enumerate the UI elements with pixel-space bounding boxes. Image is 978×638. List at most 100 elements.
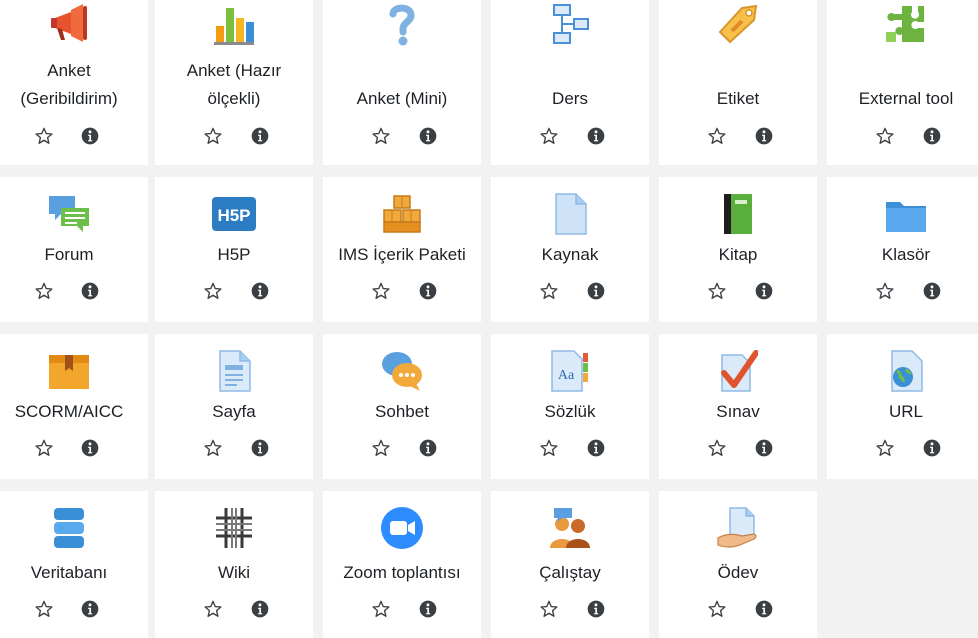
module-actions bbox=[323, 436, 481, 460]
module-tile-klasor[interactable]: Klasör bbox=[827, 177, 978, 322]
info-icon[interactable] bbox=[920, 124, 944, 148]
info-icon[interactable] bbox=[416, 279, 440, 303]
star-icon[interactable] bbox=[537, 279, 561, 303]
info-icon[interactable] bbox=[584, 124, 608, 148]
module-label: Ders bbox=[552, 89, 588, 108]
star-icon[interactable] bbox=[705, 597, 729, 621]
module-tile-sozluk[interactable]: Aa Sözlük bbox=[491, 334, 649, 479]
folder-icon bbox=[884, 192, 928, 236]
star-icon[interactable] bbox=[537, 124, 561, 148]
info-icon[interactable] bbox=[78, 279, 102, 303]
module-tile-sayfa[interactable]: Sayfa bbox=[155, 334, 313, 479]
info-icon[interactable] bbox=[752, 597, 776, 621]
info-icon[interactable] bbox=[752, 436, 776, 460]
module-label: Sohbet bbox=[375, 402, 429, 421]
module-tile-ims-icerik-paketi[interactable]: IMS İçerik Paketi bbox=[323, 177, 481, 322]
info-icon[interactable] bbox=[920, 436, 944, 460]
module-tile-odev[interactable]: Ödev bbox=[659, 491, 817, 638]
video-camera-icon bbox=[380, 506, 424, 550]
module-actions bbox=[659, 436, 817, 460]
module-tile-veritabani[interactable]: Veritabanı bbox=[0, 491, 148, 638]
module-actions bbox=[155, 279, 313, 303]
info-icon[interactable] bbox=[416, 124, 440, 148]
database-icon bbox=[47, 506, 91, 550]
star-icon[interactable] bbox=[705, 279, 729, 303]
info-icon[interactable] bbox=[78, 597, 102, 621]
module-actions bbox=[155, 597, 313, 621]
svg-text:H5P: H5P bbox=[217, 206, 250, 225]
star-icon[interactable] bbox=[873, 124, 897, 148]
star-icon[interactable] bbox=[32, 279, 56, 303]
star-icon[interactable] bbox=[201, 436, 225, 460]
module-tile-sohbet[interactable]: Sohbet bbox=[323, 334, 481, 479]
module-label: ölçekli) bbox=[207, 89, 261, 108]
star-icon[interactable] bbox=[201, 279, 225, 303]
info-icon[interactable] bbox=[248, 597, 272, 621]
star-icon[interactable] bbox=[369, 279, 393, 303]
module-actions bbox=[0, 279, 148, 303]
star-icon[interactable] bbox=[537, 436, 561, 460]
tag-icon bbox=[716, 2, 760, 46]
puzzle-icon bbox=[884, 2, 928, 46]
megaphone-icon bbox=[47, 2, 91, 46]
info-icon[interactable] bbox=[416, 436, 440, 460]
star-icon[interactable] bbox=[201, 597, 225, 621]
module-actions bbox=[827, 279, 978, 303]
star-icon[interactable] bbox=[32, 124, 56, 148]
info-icon[interactable] bbox=[248, 436, 272, 460]
info-icon[interactable] bbox=[78, 436, 102, 460]
star-icon[interactable] bbox=[705, 124, 729, 148]
info-icon[interactable] bbox=[416, 597, 440, 621]
star-icon[interactable] bbox=[369, 124, 393, 148]
module-tile-scorm-aicc[interactable]: SCORM/AICC bbox=[0, 334, 148, 479]
module-label: Veritabanı bbox=[30, 563, 108, 582]
info-icon[interactable] bbox=[584, 279, 608, 303]
page-icon bbox=[212, 349, 256, 393]
star-icon[interactable] bbox=[32, 597, 56, 621]
star-icon[interactable] bbox=[537, 597, 561, 621]
info-icon[interactable] bbox=[584, 597, 608, 621]
boxes-icon bbox=[380, 192, 424, 236]
module-tile-kaynak[interactable]: Kaynak bbox=[491, 177, 649, 322]
module-actions bbox=[323, 124, 481, 148]
module-tile-anket-geribildirim[interactable]: Anket (Geribildirim) bbox=[0, 0, 148, 165]
file-icon bbox=[548, 192, 592, 236]
module-tile-external-tool[interactable]: External tool bbox=[827, 0, 978, 165]
info-icon[interactable] bbox=[752, 279, 776, 303]
module-actions bbox=[659, 279, 817, 303]
module-label: Sayfa bbox=[212, 402, 256, 421]
star-icon[interactable] bbox=[873, 436, 897, 460]
star-icon[interactable] bbox=[369, 597, 393, 621]
info-icon[interactable] bbox=[920, 279, 944, 303]
star-icon[interactable] bbox=[705, 436, 729, 460]
module-tile-sinav[interactable]: Sınav bbox=[659, 334, 817, 479]
flowchart-icon bbox=[548, 2, 592, 46]
package-icon bbox=[47, 349, 91, 393]
module-actions bbox=[0, 124, 148, 148]
star-icon[interactable] bbox=[369, 436, 393, 460]
module-label: Ödev bbox=[717, 563, 759, 582]
module-tile-kitap[interactable]: Kitap bbox=[659, 177, 817, 322]
module-label: Forum bbox=[44, 245, 94, 264]
module-tile-ders[interactable]: Ders bbox=[491, 0, 649, 165]
module-tile-anket-mini[interactable]: Anket (Mini) bbox=[323, 0, 481, 165]
star-icon[interactable] bbox=[873, 279, 897, 303]
star-icon[interactable] bbox=[32, 436, 56, 460]
info-icon[interactable] bbox=[248, 279, 272, 303]
module-tile-calistay[interactable]: Çalıştay bbox=[491, 491, 649, 638]
module-tile-url[interactable]: URL bbox=[827, 334, 978, 479]
info-icon[interactable] bbox=[584, 436, 608, 460]
star-icon[interactable] bbox=[201, 124, 225, 148]
module-tile-h5p[interactable]: H5P H5P bbox=[155, 177, 313, 322]
module-tile-etiket[interactable]: Etiket bbox=[659, 0, 817, 165]
module-tile-wiki[interactable]: Wiki bbox=[155, 491, 313, 638]
module-tile-zoom-toplantisi[interactable]: Zoom toplantısı bbox=[323, 491, 481, 638]
info-icon[interactable] bbox=[78, 124, 102, 148]
info-icon[interactable] bbox=[752, 124, 776, 148]
module-tile-anket-hazir-olcekli[interactable]: Anket (Hazır ölçekli) bbox=[155, 0, 313, 165]
chat-icon bbox=[380, 349, 424, 393]
info-icon[interactable] bbox=[248, 124, 272, 148]
module-label: (Geribildirim) bbox=[20, 89, 118, 108]
question-mark-icon bbox=[380, 2, 424, 46]
module-tile-forum[interactable]: Forum bbox=[0, 177, 148, 322]
